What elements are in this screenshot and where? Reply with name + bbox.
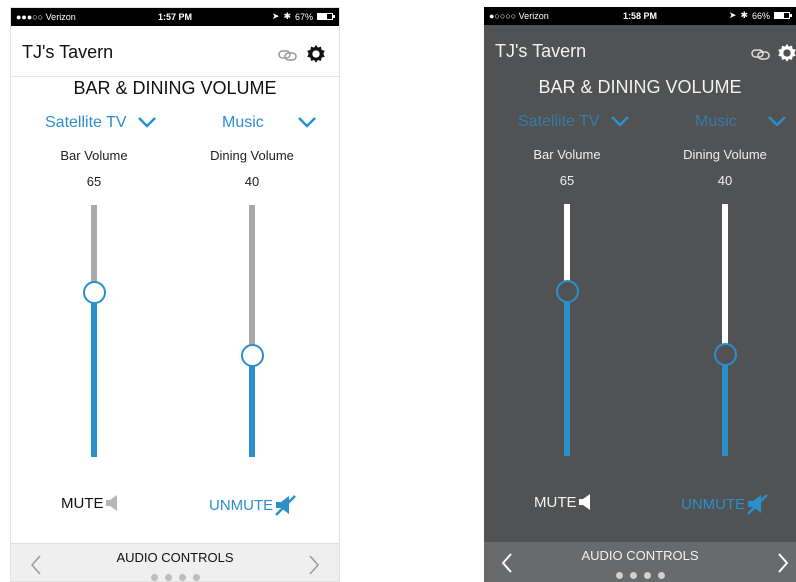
app-header: TJ's Tavern <box>484 25 796 75</box>
chevron-right-icon[interactable] <box>776 552 790 574</box>
bar-mute-button[interactable]: MUTE <box>61 494 119 512</box>
dark-theme-screen: ●○○○○ Verizon 1:58 PM ➤ ✱ 66% TJ's Taver… <box>484 7 796 582</box>
page-dot[interactable] <box>615 572 623 579</box>
gear-icon[interactable] <box>776 42 796 64</box>
link-icon[interactable] <box>750 47 772 61</box>
speaker-muted-icon <box>747 494 769 515</box>
dining-volume-slider[interactable] <box>710 204 740 456</box>
bar-volume-slider[interactable] <box>552 204 582 456</box>
dining-source-dropdown[interactable]: Music <box>222 110 324 136</box>
footer-title: AUDIO CONTROLS <box>116 550 234 565</box>
bar-source-dropdown[interactable]: Satellite TV <box>45 110 163 136</box>
status-indicators: ➤ ✱ 66% <box>728 10 792 21</box>
battery-icon <box>317 13 335 20</box>
page-footer: AUDIO CONTROLS <box>484 542 796 582</box>
dining-volume-label: Dining Volume <box>683 147 767 162</box>
footer-title: AUDIO CONTROLS <box>581 548 699 563</box>
battery-percent: 67% <box>294 11 313 22</box>
section-title: BAR & DINING VOLUME <box>538 77 742 97</box>
venue-title: TJ's Tavern <box>22 42 114 62</box>
battery-icon <box>774 12 792 19</box>
dining-unmute-button[interactable]: UNMUTE <box>681 493 769 515</box>
venue-title: TJ's Tavern <box>495 41 587 61</box>
slider-thumb[interactable] <box>556 280 579 303</box>
bar-volume-value: 65 <box>559 173 575 188</box>
unmute-label: UNMUTE <box>209 496 274 514</box>
slider-thumb[interactable] <box>83 281 106 304</box>
app-header: TJ's Tavern <box>11 26 339 77</box>
dining-source-dropdown[interactable]: Music <box>695 109 795 135</box>
dining-unmute-button[interactable]: UNMUTE <box>209 494 297 516</box>
bar-mute-button[interactable]: MUTE <box>534 493 592 511</box>
page-dot[interactable] <box>192 574 200 581</box>
status-bar: ●○○○○ Verizon 1:58 PM ➤ ✱ 66% <box>484 7 796 25</box>
bar-volume-label: Bar Volume <box>533 147 601 162</box>
gear-icon[interactable] <box>305 43 327 65</box>
chevron-right-icon[interactable] <box>307 554 321 576</box>
chevron-down-icon <box>611 116 629 127</box>
page-dot[interactable] <box>657 572 665 579</box>
battery-percent: 66% <box>751 10 770 21</box>
bar-source-label: Satellite TV <box>518 113 600 130</box>
dining-volume-value: 40 <box>244 174 260 189</box>
location-icon: ➤ <box>728 10 737 20</box>
mute-label: MUTE <box>534 493 577 511</box>
chevron-down-icon <box>298 117 316 128</box>
bar-volume-value: 65 <box>86 174 102 189</box>
status-indicators: ➤ ✱ 67% <box>271 11 335 22</box>
slider-fill <box>722 355 728 456</box>
chevron-down-icon <box>138 117 156 128</box>
page-indicator[interactable] <box>11 574 339 581</box>
bar-source-dropdown[interactable]: Satellite TV <box>518 109 636 135</box>
page-dot[interactable] <box>178 574 186 581</box>
page-dot[interactable] <box>643 572 651 579</box>
speaker-icon <box>578 494 590 510</box>
slider-fill <box>249 356 255 457</box>
speaker-muted-icon <box>275 495 297 516</box>
dining-volume-label: Dining Volume <box>210 148 294 163</box>
slider-thumb[interactable] <box>714 343 737 366</box>
mute-label: MUTE <box>61 494 104 512</box>
slider-fill <box>564 292 570 456</box>
light-theme-screen: ●●●○○ Verizon 1:57 PM ➤ ✱ 67% TJ's Taver… <box>10 7 340 582</box>
dining-volume-value: 40 <box>717 173 733 188</box>
page-footer: AUDIO CONTROLS <box>11 543 339 581</box>
speaker-icon <box>105 495 117 511</box>
link-icon[interactable] <box>277 48 299 62</box>
slider-thumb[interactable] <box>241 344 264 367</box>
dining-volume-slider[interactable] <box>237 205 267 457</box>
unmute-label: UNMUTE <box>681 495 746 513</box>
status-bar: ●●●○○ Verizon 1:57 PM ➤ ✱ 67% <box>11 8 339 26</box>
slider-fill <box>91 293 97 457</box>
page-dot[interactable] <box>164 574 172 581</box>
page-dot[interactable] <box>150 574 158 581</box>
bar-volume-label: Bar Volume <box>60 148 128 163</box>
chevron-down-icon <box>768 116 786 127</box>
section-title: BAR & DINING VOLUME <box>73 78 277 98</box>
location-icon: ➤ <box>271 11 280 21</box>
page-dot[interactable] <box>629 572 637 579</box>
page-indicator[interactable] <box>484 572 796 579</box>
bluetooth-icon: ✱ <box>740 10 748 20</box>
bar-volume-slider[interactable] <box>79 205 109 457</box>
dining-source-label: Music <box>695 113 737 130</box>
dining-source-label: Music <box>222 114 264 131</box>
bar-source-label: Satellite TV <box>45 114 127 131</box>
bluetooth-icon: ✱ <box>283 11 291 21</box>
